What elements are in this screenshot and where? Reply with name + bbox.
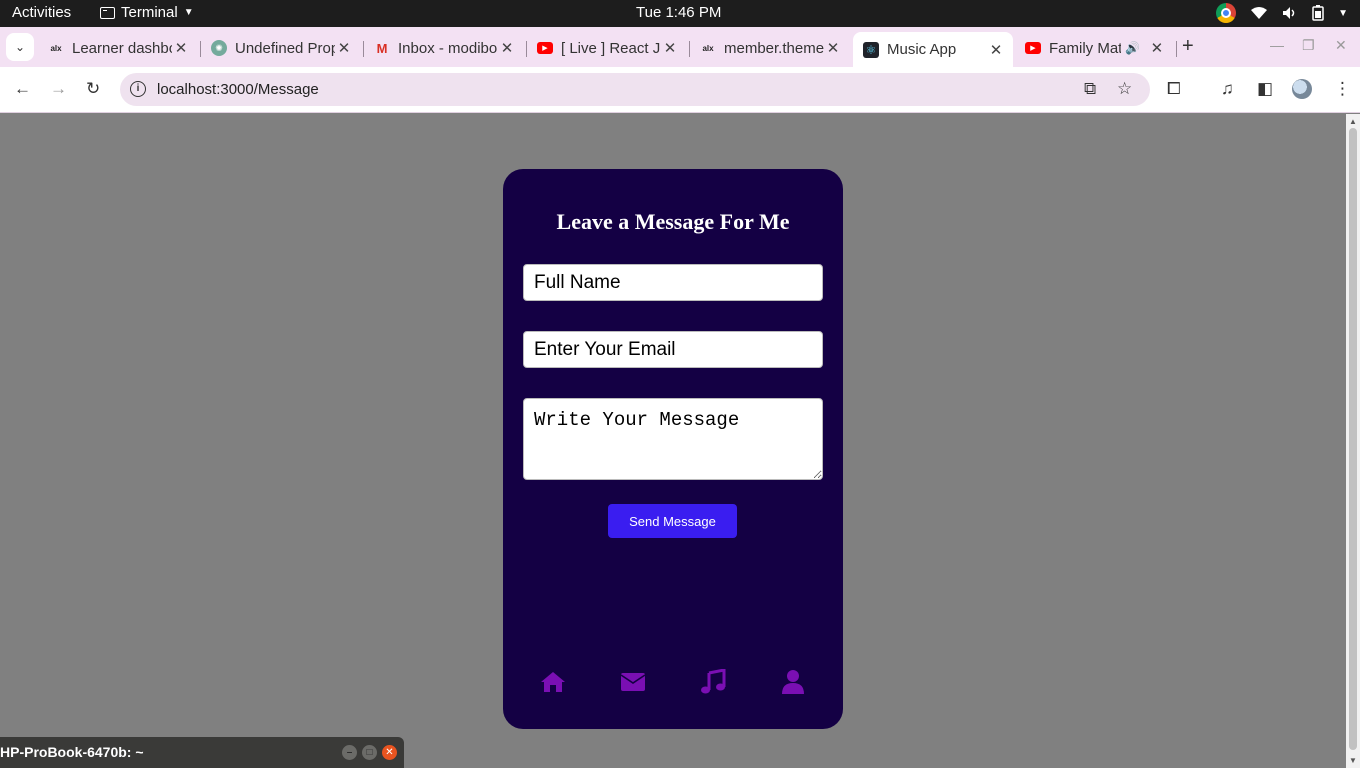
alx-favicon-icon: alx [702,43,714,53]
browser-tab-strip: ⌄ alx Learner dashboard ✕ ✺ Undefined Pr… [0,27,1360,67]
extensions-puzzle-icon[interactable]: ⧠ [1167,79,1181,99]
app-menu[interactable]: Terminal ▼ [100,4,194,21]
install-app-icon[interactable]: ⧉ [1084,79,1096,99]
tab-close-icon[interactable]: ✕ [498,39,516,57]
tab-family-matters[interactable]: ▶ Family Matters 🔊 ✕ [1015,32,1175,64]
back-arrow-icon[interactable]: ← [14,79,31,99]
tab-search-button[interactable]: ⌄ [6,33,34,61]
system-top-bar: Activities Terminal ▼ Tue 1:46 PM ▼ [0,0,1360,27]
tab-live-react[interactable]: ▶ [ Live ] React JS ✕ [527,32,687,64]
chevron-down-icon: ⌄ [14,40,26,54]
scroll-up-icon[interactable]: ▲ [1349,117,1357,126]
react-favicon-icon: ⚛ [863,41,879,58]
tab-music-app[interactable]: ⚛ Music App ✕ [853,32,1013,67]
volume-icon [1283,7,1295,19]
scrollbar-thumb[interactable] [1349,128,1357,750]
tab-close-icon[interactable]: ✕ [335,39,353,57]
tab-member-theme[interactable]: alx member.theme ✕ [690,32,850,64]
maximize-icon[interactable]: □ [362,745,377,760]
page-title: Leave a Message For Me [556,209,790,234]
email-input[interactable] [523,331,823,368]
url-text[interactable]: localhost:3000/Message [157,81,319,98]
tab-title: member.theme [724,39,824,57]
page-scrollbar[interactable]: ▲ ▼ [1346,114,1360,768]
home-icon[interactable] [538,667,568,697]
caret-down-icon: ▼ [183,7,194,18]
music-icon[interactable] [698,667,728,697]
youtube-favicon-icon: ▶ [537,42,553,54]
chatgpt-favicon-icon: ✺ [211,40,227,56]
tab-learner-dashboard[interactable]: alx Learner dashboard ✕ [38,32,198,64]
tab-title: Family Matters [1049,39,1121,57]
app-name: Terminal [121,4,178,21]
profile-avatar[interactable] [1292,79,1312,99]
tab-title: Inbox - modibo [398,39,498,57]
forward-arrow-icon[interactable]: → [50,79,67,99]
envelope-icon[interactable] [618,667,648,697]
scroll-down-icon[interactable]: ▼ [1349,756,1357,765]
chrome-icon[interactable] [1216,3,1237,23]
clock[interactable]: Tue 1:46 PM [636,4,721,21]
new-tab-button[interactable]: + [1182,35,1194,58]
terminal-window-title: HP-ProBook-6470b: ~ [0,744,144,760]
audio-playing-icon[interactable]: 🔊 [1125,41,1140,55]
system-tray[interactable]: ▼ [1216,3,1348,23]
full-name-input[interactable] [523,264,823,301]
tab-close-icon[interactable]: ✕ [987,41,1005,59]
tab-title: Undefined Property [235,39,335,57]
media-control-icon[interactable]: ♫ [1221,79,1234,99]
tab-close-icon[interactable]: ✕ [824,39,842,57]
tab-close-icon[interactable]: ✕ [1148,39,1166,57]
tab-title: Music App [887,41,957,58]
bottom-nav [503,667,843,697]
minimize-window-icon[interactable]: — [1270,37,1284,53]
youtube-favicon-icon: ▶ [1025,42,1041,54]
gmail-favicon-icon: M [376,40,388,56]
power-menu-caret-icon[interactable]: ▼ [1338,8,1348,19]
activities-button[interactable]: Activities [12,4,71,21]
page-viewport: Leave a Message For Me Send Message [8,122,1337,768]
tab-close-icon[interactable]: ✕ [172,39,190,57]
message-textarea[interactable] [523,398,823,480]
tab-separator [1176,41,1177,57]
minimize-icon[interactable]: – [342,745,357,760]
wifi-icon [1251,7,1268,19]
close-window-icon[interactable]: ✕ [1335,37,1347,54]
restore-window-icon[interactable]: ❐ [1302,37,1315,54]
browser-toolbar: ← → ↻ i localhost:3000/Message ⧉ ☆ ⧠ ♫ ◧… [0,67,1360,113]
side-panel-icon[interactable]: ◧ [1257,79,1273,99]
user-icon[interactable] [778,667,808,697]
tab-inbox[interactable]: M Inbox - modibo ✕ [364,32,524,64]
tab-title: [ Live ] React JS [561,39,661,57]
tab-close-icon[interactable]: ✕ [661,39,679,57]
close-icon[interactable]: ✕ [382,745,397,760]
tab-undefined-property[interactable]: ✺ Undefined Property ✕ [201,32,361,64]
reload-icon[interactable]: ↻ [86,79,100,99]
site-info-icon[interactable]: i [130,81,146,97]
alx-favicon-icon: alx [50,43,62,53]
terminal-window-titlebar[interactable]: HP-ProBook-6470b: ~ – □ ✕ [0,737,404,768]
send-message-button[interactable]: Send Message [608,504,737,538]
message-card: Leave a Message For Me Send Message [503,169,843,729]
terminal-icon [100,6,115,19]
more-menu-icon[interactable]: ⋮ [1334,79,1351,99]
bookmark-star-icon[interactable]: ☆ [1117,79,1132,99]
battery-icon [1312,5,1324,21]
tab-title: Learner dashboard [72,39,172,57]
address-bar[interactable]: i localhost:3000/Message ⧉ ☆ [120,73,1150,106]
